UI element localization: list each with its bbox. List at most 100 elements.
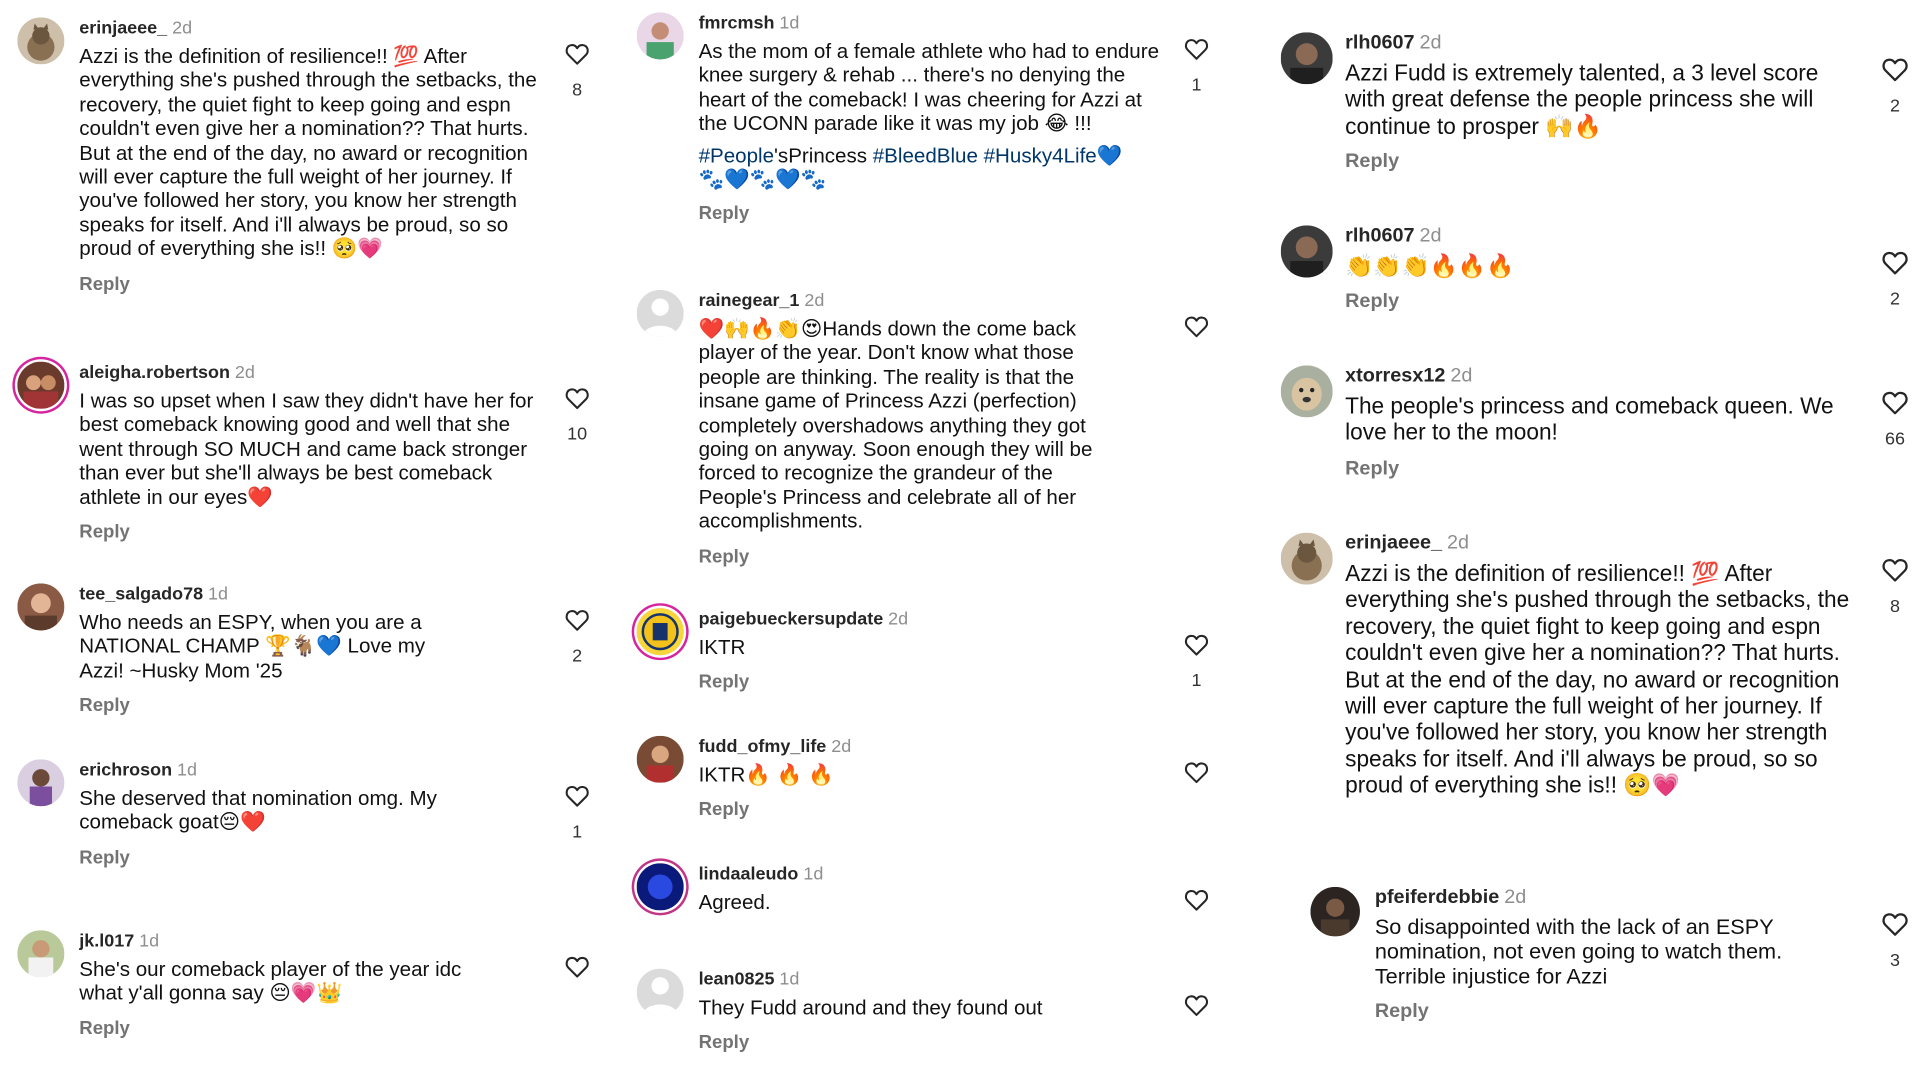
heart-icon[interactable] xyxy=(1881,912,1908,937)
username[interactable]: lean0825 xyxy=(699,970,775,990)
comments-screenshot: erinjaeee_ 2d Azzi is the definition of r… xyxy=(0,0,1920,1080)
like-count: 1 xyxy=(572,822,583,843)
reply-button[interactable]: Reply xyxy=(1375,1001,1429,1023)
person-avatar[interactable] xyxy=(17,583,65,631)
dog-avatar[interactable] xyxy=(1280,365,1333,418)
username[interactable]: jk.l017 xyxy=(79,931,134,951)
username[interactable]: erinjaeee_ xyxy=(1345,533,1442,554)
hashtag-link[interactable]: #People xyxy=(699,143,774,167)
reply-button[interactable]: Reply xyxy=(1345,458,1399,480)
username[interactable]: pfeiferdebbie xyxy=(1375,887,1499,908)
heart-icon[interactable] xyxy=(565,608,590,632)
reply-button[interactable]: Reply xyxy=(1345,292,1399,314)
username[interactable]: lindaaleudo xyxy=(699,865,799,885)
comment-age: 2d xyxy=(831,736,852,757)
comment-text: 👏👏👏🔥🔥🔥 xyxy=(1345,252,1515,279)
person-avatar[interactable] xyxy=(17,930,65,978)
hashtag-link[interactable]: #Husky4Life xyxy=(984,143,1097,167)
hashtag-line: #People'sPrincess #BleedBlue #Husky4Life… xyxy=(699,143,1163,167)
reply-button[interactable]: Reply xyxy=(699,1032,750,1053)
reply-button[interactable]: Reply xyxy=(79,847,130,868)
comment-age: 2d xyxy=(804,291,825,311)
cat-avatar[interactable] xyxy=(1280,532,1333,585)
heart-icon[interactable] xyxy=(1881,390,1908,415)
heart-icon[interactable] xyxy=(565,386,590,410)
reply-button[interactable]: Reply xyxy=(79,1018,130,1039)
heart-icon[interactable] xyxy=(565,784,590,808)
comment-age: 2d xyxy=(888,609,909,630)
username[interactable]: rlh0607 xyxy=(1345,32,1414,53)
heart-icon[interactable] xyxy=(1881,557,1908,582)
like-count: 8 xyxy=(1890,597,1901,617)
person-avatar[interactable] xyxy=(636,735,684,783)
comment-age: 2d xyxy=(234,362,255,383)
person-avatar[interactable] xyxy=(636,12,684,60)
reply-button[interactable]: Reply xyxy=(79,521,130,542)
reply-button[interactable]: Reply xyxy=(79,273,130,294)
reply-button[interactable]: Reply xyxy=(1345,151,1399,173)
cat-avatar[interactable] xyxy=(17,17,65,65)
username[interactable]: erichroson xyxy=(79,761,172,781)
heart-icon[interactable] xyxy=(1881,57,1908,82)
heart-icon[interactable] xyxy=(565,955,590,979)
reply-button[interactable]: Reply xyxy=(699,546,750,567)
username[interactable]: fmrcmsh xyxy=(699,14,775,34)
default-avatar[interactable] xyxy=(636,968,684,1016)
username[interactable]: erinjaeee_ xyxy=(79,19,167,39)
person-avatar[interactable] xyxy=(17,759,65,807)
username[interactable]: tee_salgado78 xyxy=(79,585,203,605)
person-avatar[interactable] xyxy=(1280,225,1333,278)
jersey-logo-avatar[interactable] xyxy=(636,608,684,656)
comment-age: 1d xyxy=(208,584,229,605)
heart-icon[interactable] xyxy=(1184,993,1209,1017)
username[interactable]: paigebueckersupdate xyxy=(699,609,884,629)
like-control: 2 xyxy=(1870,250,1920,310)
blue-avatar[interactable] xyxy=(636,863,684,911)
like-control: 1 xyxy=(1172,633,1222,691)
heart-icon[interactable] xyxy=(1184,888,1209,912)
username[interactable]: fudd_ofmy_life xyxy=(699,737,827,757)
comment-age: 2d xyxy=(172,18,193,39)
like-count: 8 xyxy=(572,80,583,101)
username[interactable]: xtorresx12 xyxy=(1345,365,1445,386)
comment-text: Azzi Fudd is extremely talented, a 3 lev… xyxy=(1345,59,1819,139)
reply-button[interactable]: Reply xyxy=(699,204,750,225)
like-count: 1 xyxy=(1191,75,1202,96)
like-count: 1 xyxy=(1191,671,1202,692)
comment-age: 2d xyxy=(1447,532,1470,554)
comment-text: She's our comeback player of the year id… xyxy=(79,957,462,1006)
reply-button[interactable]: Reply xyxy=(699,672,750,693)
username[interactable]: rlh0607 xyxy=(1345,225,1414,246)
like-count: 66 xyxy=(1885,429,1906,450)
like-control: 8 xyxy=(1870,557,1920,617)
heart-icon[interactable] xyxy=(565,42,590,66)
emoji-line: 🐾💙🐾💙🐾 xyxy=(698,167,827,191)
like-control: 2 xyxy=(1870,57,1920,116)
reply-button[interactable]: Reply xyxy=(699,799,750,820)
like-control xyxy=(552,955,602,993)
heart-icon[interactable] xyxy=(1184,633,1209,657)
like-count: 10 xyxy=(567,424,588,445)
username[interactable]: aleigha.robertson xyxy=(79,363,230,383)
comment-text: The people's princess and comeback queen… xyxy=(1345,392,1834,446)
heart-icon[interactable] xyxy=(1881,250,1908,275)
like-control: 8 xyxy=(552,42,602,100)
like-control: 66 xyxy=(1870,390,1920,450)
group-photo-avatar[interactable] xyxy=(17,361,65,409)
comment-text: As the mom of a female athlete who had t… xyxy=(698,39,1160,136)
person-avatar[interactable] xyxy=(1310,886,1360,937)
heart-icon[interactable] xyxy=(1184,315,1209,339)
heart-icon[interactable] xyxy=(1184,37,1209,61)
person-avatar[interactable] xyxy=(1280,32,1333,85)
comment-age: 1d xyxy=(779,969,800,990)
heart-icon[interactable] xyxy=(1184,761,1209,785)
hashtag-link[interactable]: #BleedBlue xyxy=(873,143,978,167)
default-avatar[interactable] xyxy=(636,289,684,337)
username[interactable]: rainegear_1 xyxy=(699,291,800,311)
comment-text: IKTR🔥 🔥 🔥 xyxy=(698,762,834,787)
comment-text: I was so upset when I saw they didn't ha… xyxy=(79,388,534,509)
like-control: 3 xyxy=(1870,912,1920,971)
comment-text: Azzi is the definition of resilience!! 💯… xyxy=(79,44,537,261)
reply-button[interactable]: Reply xyxy=(79,695,130,716)
like-control xyxy=(1172,315,1222,353)
